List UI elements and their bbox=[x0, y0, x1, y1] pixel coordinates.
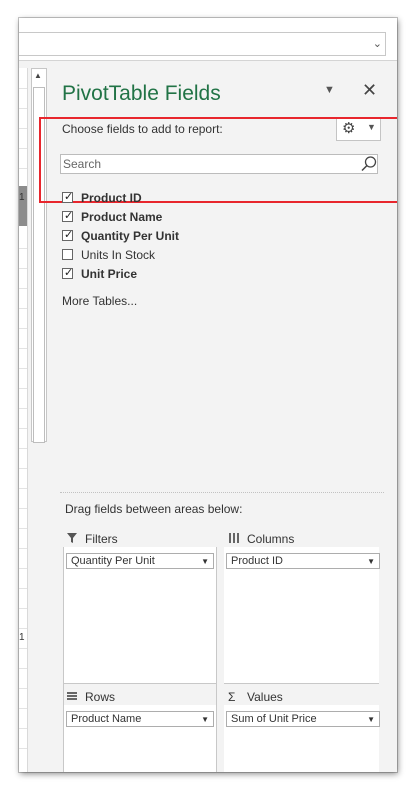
checkmark-icon: ✓ bbox=[64, 210, 74, 222]
field-label: Quantity Per Unit bbox=[81, 229, 180, 243]
row-number: 1 bbox=[19, 632, 25, 643]
grid-row bbox=[19, 448, 27, 449]
field-label: Units In Stock bbox=[81, 248, 156, 262]
grid-row bbox=[19, 668, 27, 669]
grid-row bbox=[19, 348, 27, 349]
grid-row bbox=[19, 708, 27, 709]
grid-row bbox=[19, 548, 27, 549]
grid-row bbox=[19, 288, 27, 289]
grid-row bbox=[19, 608, 27, 609]
spreadsheet-strip: 1 1 bbox=[19, 68, 28, 772]
grid-row bbox=[19, 728, 27, 729]
field-label: Product Name bbox=[81, 210, 163, 224]
values-field-pill[interactable]: Sum of Unit Price ▼ bbox=[226, 711, 380, 727]
grid-row bbox=[19, 328, 27, 329]
grid-row bbox=[19, 88, 27, 89]
columns-icon bbox=[229, 533, 239, 543]
chevron-down-icon[interactable]: ⌄ bbox=[373, 37, 382, 50]
grid-row bbox=[19, 528, 27, 529]
scroll-up-arrow-icon[interactable]: ▲ bbox=[34, 71, 42, 80]
grid-row bbox=[19, 628, 27, 629]
formula-bar-dropdown[interactable]: ⌄ bbox=[19, 32, 386, 56]
checkbox[interactable]: ✓ bbox=[62, 229, 74, 241]
field-label: Product ID bbox=[81, 191, 142, 205]
filters-label: Filters bbox=[85, 532, 118, 546]
columns-field-pill[interactable]: Product ID ▼ bbox=[226, 553, 380, 569]
area-divider bbox=[63, 683, 216, 684]
columns-label: Columns bbox=[247, 532, 295, 546]
field-label: Unit Price bbox=[81, 267, 138, 281]
drag-fields-label: Drag fields between areas below: bbox=[65, 502, 243, 516]
filters-field-pill[interactable]: Quantity Per Unit ▼ bbox=[66, 553, 214, 569]
pill-label: Sum of Unit Price bbox=[231, 713, 317, 725]
grid-row bbox=[19, 128, 27, 129]
grid-row bbox=[19, 488, 27, 489]
grid-row bbox=[19, 148, 27, 149]
checkbox[interactable]: ✓ bbox=[62, 210, 74, 222]
pill-label: Product Name bbox=[71, 713, 142, 725]
checkmark-icon: ✓ bbox=[64, 191, 74, 203]
grid-row bbox=[19, 468, 27, 469]
area-divider bbox=[63, 547, 64, 772]
grid-row bbox=[19, 308, 27, 309]
grid-row bbox=[19, 748, 27, 749]
grid-row bbox=[19, 688, 27, 689]
grid-row bbox=[19, 248, 27, 249]
checkbox[interactable]: ✓ bbox=[62, 191, 74, 203]
checkmark-icon: ✓ bbox=[64, 267, 74, 279]
checkbox[interactable]: ✓ bbox=[62, 267, 74, 279]
grid-row bbox=[19, 368, 27, 369]
area-divider bbox=[216, 547, 217, 772]
grid-row bbox=[19, 108, 27, 109]
grid-row bbox=[19, 268, 27, 269]
formula-bar: ⌄ bbox=[19, 18, 397, 61]
chevron-down-icon[interactable]: ▼ bbox=[201, 557, 209, 566]
checkbox[interactable] bbox=[62, 249, 73, 260]
chevron-down-icon[interactable]: ▼ bbox=[367, 557, 375, 566]
pane-title: PivotTable Fields bbox=[62, 82, 221, 105]
rows-icon bbox=[67, 692, 77, 700]
grid-row bbox=[19, 408, 27, 409]
pane-splitter[interactable] bbox=[60, 492, 384, 493]
sigma-icon: Σ bbox=[228, 690, 236, 704]
grid-row bbox=[19, 648, 27, 649]
grid-row bbox=[19, 168, 27, 169]
more-tables-link[interactable]: More Tables... bbox=[62, 294, 137, 308]
grid-row bbox=[19, 428, 27, 429]
area-divider bbox=[224, 683, 379, 684]
chevron-down-icon[interactable]: ▼ bbox=[367, 715, 375, 724]
grid-row bbox=[19, 568, 27, 569]
values-label: Values bbox=[247, 690, 283, 704]
grid-row bbox=[19, 508, 27, 509]
grid-row bbox=[19, 588, 27, 589]
rows-field-pill[interactable]: Product Name ▼ bbox=[66, 711, 214, 727]
window-frame: ⌄ 1 1 ▲ PivotTable Fields ▼ ✕ Choose fie… bbox=[19, 18, 397, 772]
rows-label: Rows bbox=[85, 690, 116, 704]
pane-options-chevron-icon[interactable]: ▼ bbox=[324, 84, 335, 96]
close-icon[interactable]: ✕ bbox=[362, 80, 377, 101]
filter-icon bbox=[67, 533, 77, 543]
pill-label: Product ID bbox=[231, 555, 283, 567]
checkmark-icon: ✓ bbox=[64, 229, 74, 241]
grid-row bbox=[19, 388, 27, 389]
pill-label: Quantity Per Unit bbox=[71, 555, 155, 567]
chevron-down-icon[interactable]: ▼ bbox=[201, 715, 209, 724]
row-number: 1 bbox=[19, 192, 25, 203]
